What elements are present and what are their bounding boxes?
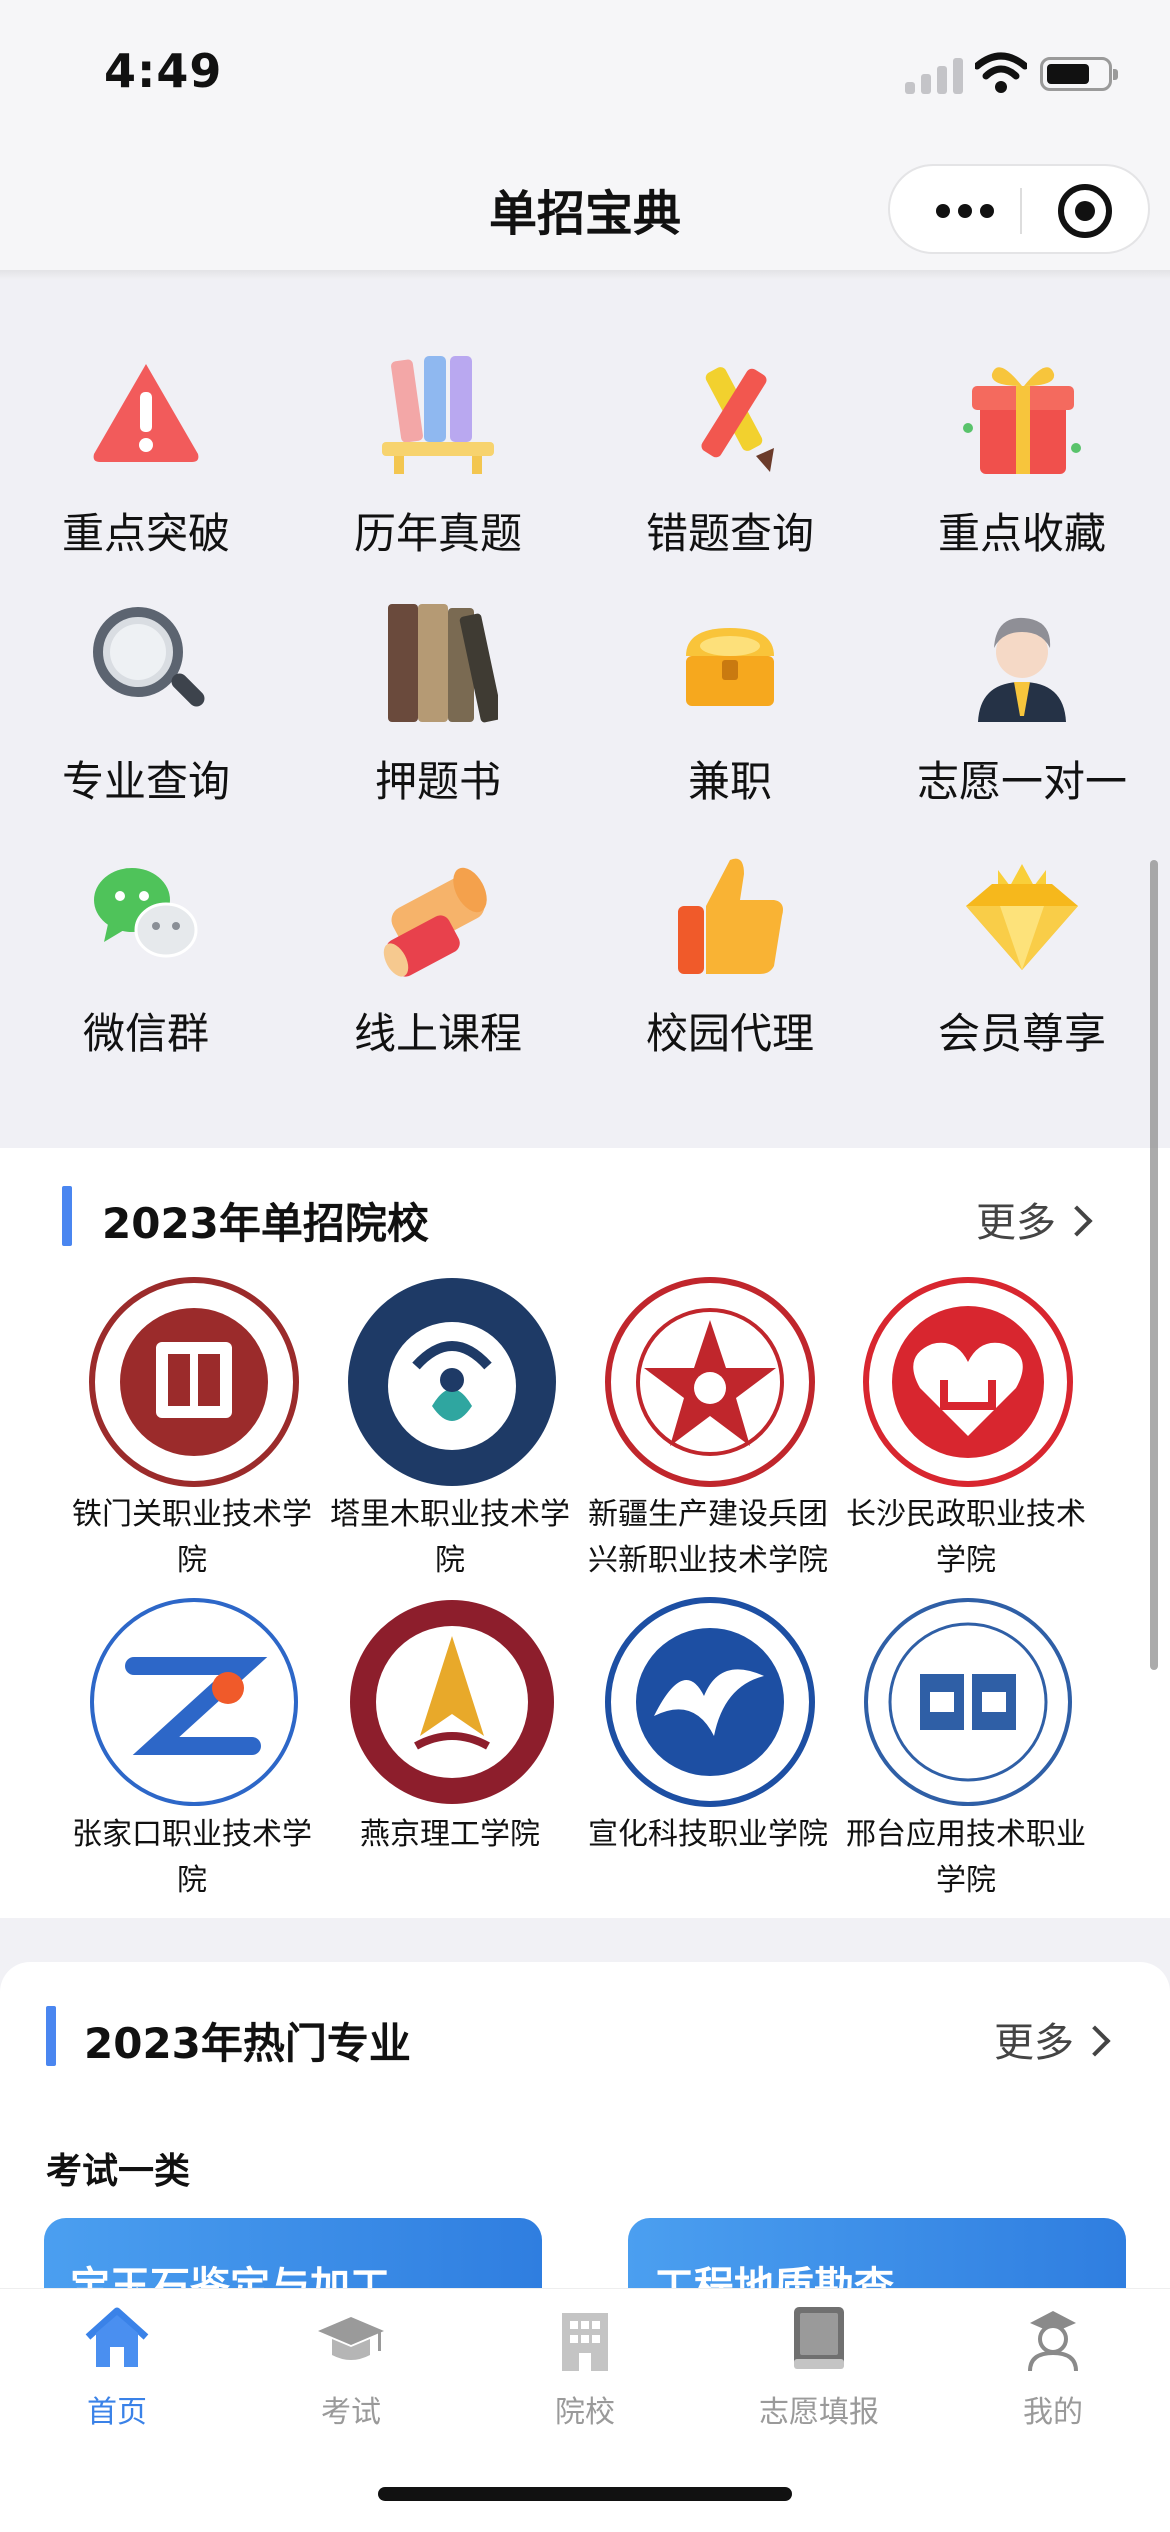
college-logo <box>864 1598 1072 1806</box>
section-title: 2023年热门专业 <box>84 2019 411 2068</box>
signal-icon <box>905 58 963 94</box>
grid-item-label: 会员尊享 <box>937 1009 1106 1058</box>
warning-icon <box>93 364 199 462</box>
college-logo <box>605 1277 815 1487</box>
section-accent-bar <box>46 2006 56 2066</box>
grid-item-label: 兼职 <box>687 757 772 806</box>
status-bar: 4:49 <box>0 0 1170 140</box>
advisor-icon <box>978 617 1066 722</box>
grid-item-label: 线上课程 <box>353 1009 522 1058</box>
college-logo <box>605 1597 815 1807</box>
battery-icon <box>1040 57 1118 91</box>
tab-label: 考试 <box>321 2395 381 2430</box>
grid-item-label: 历年真题 <box>353 509 522 558</box>
nav-bar: 单招宝典 <box>0 140 1170 270</box>
tab-home[interactable]: 首页 <box>0 2303 234 2433</box>
college-logo <box>863 1277 1073 1487</box>
section-accent-bar <box>62 1186 72 1246</box>
college-name: 宣化科技职业学院 <box>588 1817 828 1852</box>
chevron-right-icon <box>1079 2025 1111 2057</box>
grid-item-past-exams[interactable]: 历年真题 <box>292 350 584 570</box>
scrollbar[interactable] <box>1150 860 1158 1670</box>
college-logo <box>89 1277 299 1487</box>
more-label: 更多 <box>994 2020 1074 2066</box>
tab-colleges[interactable]: 院校 <box>468 2303 702 2433</box>
books-shelf-icon <box>382 356 494 474</box>
books-icon <box>388 604 498 723</box>
thumbs-up-icon <box>678 858 783 974</box>
college-logo <box>350 1600 554 1804</box>
major-category: 考试一类 <box>46 2151 191 2192</box>
wechat-icon <box>94 868 198 958</box>
college-logo <box>90 1598 298 1806</box>
college-name: 塔里木职业技术学院 <box>330 1497 570 1578</box>
tab-label: 我的 <box>1023 2395 1083 2430</box>
grid-item-label: 错题查询 <box>645 509 814 558</box>
grid-item-label: 重点突破 <box>61 509 230 558</box>
book-icon <box>794 2307 844 2369</box>
user-icon <box>1028 2311 1078 2372</box>
tab-exam[interactable]: 考试 <box>234 2303 468 2433</box>
grid-item-online-courses[interactable]: 线上课程 <box>292 850 584 1070</box>
magnifier-icon <box>93 607 205 707</box>
mini-program-capsule <box>888 164 1150 254</box>
grid-item-label: 校园代理 <box>645 1009 814 1058</box>
college-name: 燕京理工学院 <box>360 1817 540 1852</box>
home-icon <box>85 2307 149 2367</box>
grid-item-campus-agent[interactable]: 校园代理 <box>584 850 876 1070</box>
grid-item-label: 重点收藏 <box>937 509 1106 558</box>
diamond-icon <box>966 864 1078 970</box>
tab-mine[interactable]: 我的 <box>936 2303 1170 2433</box>
grid-item-prediction-books[interactable]: 押题书 <box>292 598 584 818</box>
grid-item-major-search[interactable]: 专业查询 <box>0 598 292 818</box>
colleges-more-link[interactable]: 更多 <box>976 1190 1093 1248</box>
capsule-divider <box>1020 188 1022 234</box>
close-mini-program-icon[interactable] <box>1058 184 1112 238</box>
grid-item-label: 微信群 <box>82 1009 209 1058</box>
tab-application[interactable]: 志愿填报 <box>702 2303 936 2433</box>
treasure-chest-icon <box>686 628 774 706</box>
college-name: 邢台应用技术职业学院 <box>846 1817 1086 1898</box>
grid-item-one-on-one[interactable]: 志愿一对一 <box>876 598 1168 818</box>
grid-item-label: 志愿一对一 <box>916 757 1127 806</box>
pencil-icon <box>701 367 774 472</box>
function-grid: 重点突破 历年真题 错题查询 重点收藏 专业查询 押题书 兼职 志愿一对一 微信… <box>0 280 1170 1150</box>
college-name: 长沙民政职业技术学院 <box>846 1497 1086 1578</box>
home-indicator <box>378 2487 792 2501</box>
grid-item-part-time[interactable]: 兼职 <box>584 598 876 818</box>
more-label: 更多 <box>976 1200 1056 1246</box>
grid-item-vip-benefits[interactable]: 会员尊享 <box>876 850 1168 1070</box>
college-name: 铁门关职业技术学院 <box>72 1497 312 1578</box>
majors-more-link[interactable]: 更多 <box>994 2010 1111 2068</box>
college-logo <box>348 1278 556 1486</box>
tab-label: 院校 <box>555 2395 615 2430</box>
grid-item-key-breakthrough[interactable]: 重点突破 <box>0 350 292 570</box>
more-options-icon[interactable] <box>930 196 1000 226</box>
grid-item-label: 押题书 <box>374 757 501 806</box>
status-time: 4:49 <box>104 44 223 98</box>
grid-item-wrong-questions[interactable]: 错题查询 <box>584 350 876 570</box>
scroll-icon <box>383 867 487 977</box>
chevron-right-icon <box>1061 1205 1093 1237</box>
building-icon <box>562 2313 608 2371</box>
wifi-icon <box>975 52 1027 93</box>
grid-item-label: 专业查询 <box>61 757 230 806</box>
college-name: 新疆生产建设兵团兴新职业技术学院 <box>588 1497 828 1578</box>
tab-label: 志愿填报 <box>759 2395 879 2430</box>
colleges-section: 2023年单招院校 更多 铁门关职业技术学院 塔里木职业技术学院 新疆生产建设兵… <box>0 1148 1170 1918</box>
section-title: 2023年单招院校 <box>102 1199 429 1248</box>
college-name: 张家口职业技术学院 <box>72 1817 312 1898</box>
tab-label: 首页 <box>87 2395 147 2430</box>
graduation-cap-icon <box>318 2317 384 2360</box>
gift-icon <box>963 367 1081 474</box>
grid-item-wechat-group[interactable]: 微信群 <box>0 850 292 1070</box>
nav-divider <box>0 270 1170 280</box>
grid-item-favorites[interactable]: 重点收藏 <box>876 350 1168 570</box>
